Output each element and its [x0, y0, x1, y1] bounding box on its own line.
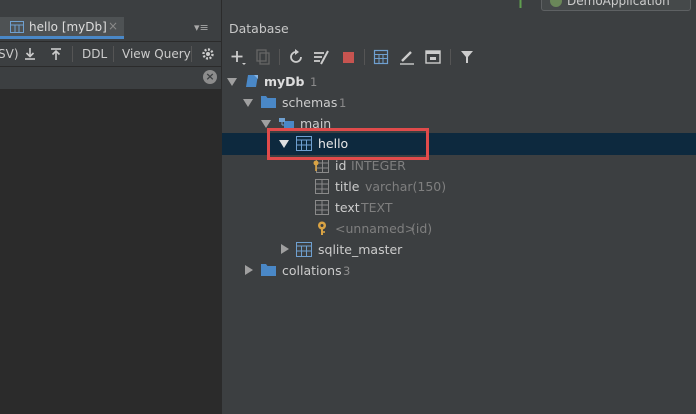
filter-icon[interactable]: [458, 48, 476, 66]
data-editor-area[interactable]: [0, 89, 221, 414]
table-icon: [10, 21, 24, 33]
gear-icon[interactable]: [200, 46, 216, 62]
folder-icon: [261, 264, 276, 276]
editor-toolbar: SV) DDL View Query: [0, 42, 221, 67]
key-icon: [318, 221, 326, 235]
index-detail: (id): [411, 221, 433, 236]
editor-pane: hello [myDb] × ▾≡ SV) DDL View Query ×: [0, 0, 221, 414]
column-name: text: [335, 200, 360, 215]
editor-tab-bar: hello [myDb] × ▾≡: [0, 15, 221, 42]
toolbar-separator: [450, 49, 451, 65]
database-toolbar: [222, 44, 696, 70]
column-type: TEXT: [361, 200, 393, 215]
column-name: title: [335, 179, 360, 194]
ddl-button[interactable]: DDL: [82, 47, 107, 61]
duplicate-icon[interactable]: [254, 48, 272, 66]
node-count: 3: [343, 264, 351, 278]
column-type: INTEGER: [351, 158, 406, 173]
table-icon: [296, 242, 312, 257]
node-label: myDb: [264, 74, 305, 89]
primary-key-column-icon: [313, 158, 329, 173]
refresh-icon[interactable]: [287, 48, 305, 66]
collapse-arrow-icon[interactable]: [281, 244, 289, 254]
database-panel: DemoApplication Database myDb 1 schemas …: [222, 0, 696, 414]
column-icon: [315, 179, 329, 194]
node-label: collations: [282, 263, 342, 278]
node-label: sqlite_master: [318, 242, 403, 257]
toolbar-separator: [72, 46, 73, 62]
table-view-icon[interactable]: [372, 48, 390, 66]
view-query-button[interactable]: View Query: [122, 47, 191, 61]
properties-icon[interactable]: [312, 48, 330, 66]
node-count: 1: [310, 75, 318, 89]
console-icon[interactable]: [424, 48, 442, 66]
node-label: schemas: [282, 95, 338, 110]
collapse-arrow-icon[interactable]: [245, 265, 253, 275]
run-config-icon: [550, 0, 562, 7]
folder-icon: [261, 96, 276, 108]
build-hammer-icon[interactable]: [514, 0, 528, 8]
toolbar-separator: [279, 49, 280, 65]
column-type: varchar(150): [365, 179, 447, 194]
toolbar-separator: [113, 46, 114, 62]
index-name: <unnamed>: [335, 221, 416, 236]
stop-icon[interactable]: [339, 48, 357, 66]
expand-arrow-icon[interactable]: [261, 120, 271, 128]
tab-close-icon[interactable]: ×: [108, 19, 118, 33]
node-count: 1: [339, 96, 347, 110]
expand-arrow-icon[interactable]: [243, 99, 253, 107]
column-icon: [315, 200, 329, 215]
run-configuration-dropdown[interactable]: DemoApplication: [541, 0, 691, 11]
add-icon[interactable]: [229, 48, 247, 66]
database-icon: [246, 75, 258, 87]
export-format-dropdown[interactable]: SV): [0, 47, 19, 61]
tab-hello-mydb[interactable]: hello [myDb] ×: [0, 17, 124, 39]
expand-arrow-icon[interactable]: [227, 78, 237, 86]
upload-icon[interactable]: [48, 46, 64, 62]
download-icon[interactable]: [22, 46, 38, 62]
edit-pencil-icon[interactable]: [398, 48, 416, 66]
toolbar-separator: [364, 49, 365, 65]
clear-filter-icon[interactable]: ×: [203, 70, 217, 84]
filter-row: ×: [0, 67, 221, 89]
column-name: id: [335, 158, 347, 173]
tab-list-menu-icon[interactable]: ▾≡: [194, 21, 209, 34]
tab-title: hello [myDb]: [29, 20, 107, 34]
panel-title: Database: [229, 21, 289, 36]
highlight-box: [267, 128, 429, 160]
toolbar-separator: [191, 46, 192, 62]
run-config-label: DemoApplication: [567, 0, 670, 8]
